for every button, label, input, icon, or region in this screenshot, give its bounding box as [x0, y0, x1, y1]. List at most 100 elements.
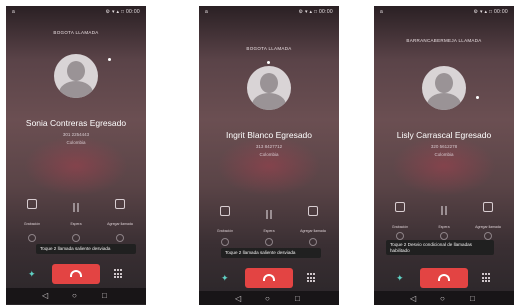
- avatar-shoulders-icon: [427, 93, 461, 110]
- hold-label: Espera: [70, 222, 82, 226]
- status-bar: a ⚙ ▾ ▴ □ 00:00: [374, 6, 514, 18]
- caller-location: Colombia: [259, 152, 279, 157]
- call-header: BOGOTA LLAMADA: [246, 46, 292, 51]
- contacts-icon[interactable]: [72, 234, 80, 242]
- status-bar: a ⚙ ▾ ▴ □ 00:00: [199, 6, 339, 18]
- speaker-icon[interactable]: ✦: [28, 270, 38, 279]
- call-controls: ✦: [6, 264, 146, 284]
- add-call-label: Agregar llamada: [300, 229, 326, 233]
- record-label: Grabación: [216, 229, 234, 233]
- end-call-icon: [263, 274, 275, 281]
- phone-screen-2: a ⚙ ▾ ▴ □ 00:00 BOGOTA LLAMADA Ingrit Bl…: [199, 6, 339, 305]
- person-icon[interactable]: [309, 238, 317, 246]
- back-icon[interactable]: ◁: [410, 294, 416, 303]
- call-controls: ✦: [374, 268, 514, 288]
- back-icon[interactable]: ◁: [42, 291, 48, 300]
- home-icon[interactable]: ○: [265, 294, 270, 303]
- call-controls: ✦: [199, 268, 339, 288]
- record-icon: [395, 202, 405, 212]
- hold-label: Espera: [438, 225, 450, 229]
- add-call-button[interactable]: Agregar llamada: [468, 202, 508, 233]
- status-bar: a ⚙ ▾ ▴ □ 00:00: [6, 6, 146, 18]
- mute-icon[interactable]: [396, 232, 404, 240]
- indicator-dot: [476, 96, 479, 99]
- avatar-shoulders-icon: [59, 81, 93, 98]
- person-icon[interactable]: [484, 232, 492, 240]
- add-call-button[interactable]: Agregar llamada: [293, 206, 333, 237]
- hold-button[interactable]: Espera: [56, 199, 96, 230]
- recents-icon[interactable]: □: [295, 294, 300, 303]
- end-call-button[interactable]: [420, 268, 468, 288]
- caller-name: Sonia Contreras Egresado: [25, 118, 127, 128]
- contacts-icon[interactable]: [265, 238, 273, 246]
- caller-name: Lisly Carrascal Egresado: [396, 130, 492, 140]
- add-call-label: Agregar llamada: [475, 225, 501, 229]
- home-icon[interactable]: ○: [72, 291, 77, 300]
- navigation-bar: ◁ ○ □: [374, 291, 514, 305]
- contacts-icon[interactable]: [440, 232, 448, 240]
- caller-location: Colombia: [434, 152, 454, 157]
- indicator-dot: [108, 58, 111, 61]
- dialpad-icon[interactable]: [482, 273, 492, 283]
- call-header: BARRANCABERMEJA LLAMADA: [406, 38, 482, 43]
- record-button[interactable]: Grabación: [12, 199, 52, 230]
- avatar-head-icon: [435, 73, 453, 93]
- caller-name: Ingrit Blanco Egresado: [226, 130, 312, 140]
- record-label: Grabación: [23, 222, 41, 226]
- add-call-button[interactable]: Agregar llamada: [100, 199, 140, 230]
- caller-number: 301 2254443: [62, 132, 90, 137]
- end-call-button[interactable]: [52, 264, 100, 284]
- back-icon[interactable]: ◁: [235, 294, 241, 303]
- status-icons: ⚙ ▾ ▴ □ 00:00: [473, 9, 508, 15]
- navigation-bar: ◁ ○ □: [199, 291, 339, 305]
- caller-number: 313 8427712: [255, 144, 283, 149]
- end-call-icon: [438, 274, 450, 281]
- record-button[interactable]: Grabación: [380, 202, 420, 233]
- record-label: Grabación: [391, 225, 409, 229]
- recents-icon[interactable]: □: [102, 291, 107, 300]
- caller-location: Colombia: [66, 140, 86, 145]
- avatar: [54, 54, 98, 98]
- avatar-head-icon: [260, 73, 278, 93]
- add-call-icon: [115, 199, 125, 209]
- notification-icon: a: [205, 9, 208, 15]
- indicator-dot: [267, 61, 270, 64]
- avatar-head-icon: [67, 61, 85, 81]
- pause-icon: [440, 202, 448, 212]
- phone-screen-3: a ⚙ ▾ ▴ □ 00:00 BARRANCABERMEJA LLAMADA …: [374, 6, 514, 305]
- record-icon: [220, 206, 230, 216]
- status-icons: ⚙ ▾ ▴ □ 00:00: [298, 9, 333, 15]
- avatar: [422, 66, 466, 110]
- status-icons: ⚙ ▾ ▴ □ 00:00: [105, 9, 140, 15]
- home-icon[interactable]: ○: [440, 294, 445, 303]
- mute-icon[interactable]: [28, 234, 36, 242]
- pause-icon: [72, 199, 80, 209]
- toast-message: Toque 2 Desvio condicional de llamadas h…: [386, 240, 494, 256]
- speaker-icon[interactable]: ✦: [396, 274, 406, 283]
- end-call-icon: [70, 270, 82, 277]
- hold-button[interactable]: Espera: [249, 206, 289, 237]
- record-icon: [27, 199, 37, 209]
- phone-screen-1: a ⚙ ▾ ▴ □ 00:00 BOGOTA LLAMADA Sonia Con…: [6, 6, 146, 305]
- avatar-shoulders-icon: [252, 93, 286, 110]
- end-call-button[interactable]: [245, 268, 293, 288]
- recents-icon[interactable]: □: [470, 294, 475, 303]
- mute-icon[interactable]: [221, 238, 229, 246]
- avatar: [247, 66, 291, 110]
- toast-message: Toque 2 llamada saliente desviada: [36, 244, 136, 254]
- hold-button[interactable]: Espera: [424, 202, 464, 233]
- notification-icon: a: [12, 9, 15, 15]
- person-icon[interactable]: [116, 234, 124, 242]
- record-button[interactable]: Grabación: [205, 206, 245, 237]
- dialpad-icon[interactable]: [307, 273, 317, 283]
- caller-number: 320 5612278: [430, 144, 458, 149]
- notification-icon: a: [380, 9, 383, 15]
- dialpad-icon[interactable]: [114, 269, 124, 279]
- call-actions: Grabación Espera Agregar llamada: [6, 199, 146, 229]
- call-actions: Grabación Espera Agregar llamada: [374, 202, 514, 232]
- navigation-bar: ◁ ○ □: [6, 288, 146, 304]
- pause-icon: [265, 206, 273, 216]
- hold-label: Espera: [263, 229, 275, 233]
- speaker-icon[interactable]: ✦: [221, 274, 231, 283]
- toast-message: Toque 2 llamada saliente desviada: [221, 248, 321, 258]
